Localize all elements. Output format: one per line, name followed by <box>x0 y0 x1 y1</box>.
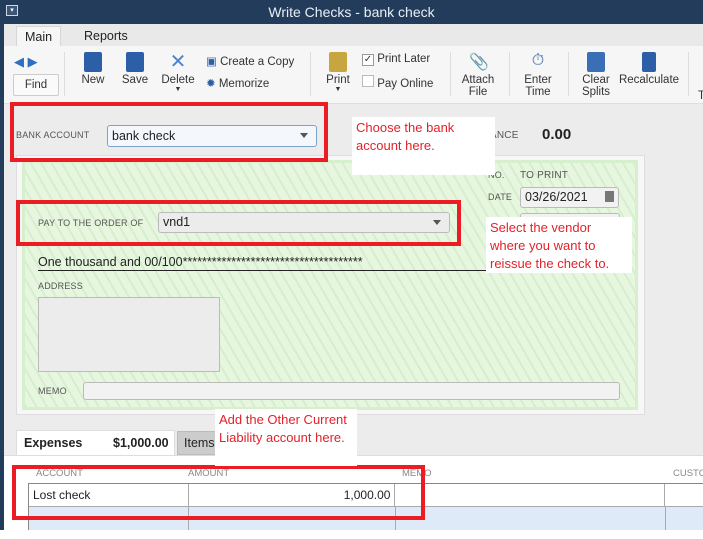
callout-account: Add the Other Current Liability account … <box>215 409 357 466</box>
memo-cell[interactable] <box>396 507 666 530</box>
create-copy-button[interactable]: ▣ Create a Copy <box>206 54 294 68</box>
print-label: Print <box>326 74 350 86</box>
delete-label: Delete <box>161 74 195 86</box>
checkbox-unchecked-icon[interactable] <box>362 75 374 87</box>
system-menu-icon[interactable]: ▾ <box>6 5 18 16</box>
calculator-icon <box>642 52 656 72</box>
divider <box>568 52 569 96</box>
copy-icon: ▣ <box>206 56 217 68</box>
new-label: New <box>81 74 105 86</box>
print-button[interactable]: Print ▼ <box>324 52 352 93</box>
divider <box>310 52 311 96</box>
new-button[interactable]: New <box>78 52 108 86</box>
attach-file-button[interactable]: 📎 Attach File <box>460 52 496 98</box>
title-bar: Write Checks - bank check <box>0 0 703 24</box>
window-title: Write Checks - bank check <box>268 4 435 20</box>
stopwatch-icon: ⏱ <box>531 52 545 69</box>
checkbox-checked-icon[interactable]: ✓ <box>362 54 374 66</box>
print-later-label: Print Later <box>377 53 431 65</box>
address-field[interactable] <box>38 297 220 372</box>
previous-icon[interactable]: ◀ <box>14 54 24 69</box>
save-label: Save <box>121 74 149 86</box>
delete-x-icon: ✕ <box>169 51 187 73</box>
printer-icon <box>329 52 347 72</box>
expenses-total: $1,000.00 <box>113 436 169 450</box>
toolbar: ◀ ▶ Find New Save ✕ Delete ▼ ▣ Create a Co… <box>4 46 703 104</box>
clear-splits-icon <box>587 52 605 72</box>
delete-button[interactable]: ✕ Delete ▼ <box>160 52 196 93</box>
divider <box>450 52 451 96</box>
pay-online-label: Pay Online <box>377 78 434 90</box>
address-label: ADDRESS <box>38 281 83 291</box>
save-button[interactable]: Save <box>120 52 150 86</box>
save-icon <box>126 52 144 72</box>
recalculate-button[interactable]: Recalculate <box>618 52 680 86</box>
highlight-payee <box>16 200 461 246</box>
date-label: DATE <box>488 192 513 202</box>
customer-cell[interactable] <box>665 484 703 507</box>
create-copy-label: Create a Copy <box>220 56 295 68</box>
col-customer[interactable]: CUSTO <box>673 468 703 479</box>
amount-in-words: One thousand and 00/100*****************… <box>38 255 490 271</box>
memorize-icon: ✹ <box>206 78 216 90</box>
new-icon <box>84 52 102 72</box>
highlight-bank-account <box>10 102 328 162</box>
memo-field[interactable] <box>83 382 620 400</box>
pay-online-checkbox[interactable]: Pay Online <box>362 75 433 90</box>
tab-items[interactable]: Items <box>177 431 217 455</box>
attach-label: Attach <box>461 74 495 86</box>
clear-splits-button[interactable]: Clear Splits <box>578 52 614 98</box>
tab-main[interactable]: Main <box>16 26 62 46</box>
divider <box>688 52 689 96</box>
enter-time-button[interactable]: ⏱ Enter Time <box>520 52 556 98</box>
date-field[interactable]: 03/26/2021 <box>520 187 619 208</box>
prev-next-arrows[interactable]: ◀ ▶ <box>14 54 38 70</box>
callout-vendor: Select the vendor where you want to reis… <box>486 217 632 273</box>
recalculate-label: Recalculate <box>618 74 680 86</box>
date-value: 03/26/2021 <box>525 190 588 204</box>
paperclip-icon: 📎 <box>469 54 489 71</box>
ending-balance: 0.00 <box>542 126 572 143</box>
ribbon-tabs: Main Reports <box>4 24 703 46</box>
memorize-button[interactable]: ✹ Memorize <box>206 76 269 90</box>
check-no-value[interactable]: TO PRINT <box>520 170 568 181</box>
clear-label: Clear <box>582 74 610 86</box>
splits-label: Splits <box>581 86 611 98</box>
tab-reports[interactable]: Reports <box>76 26 136 46</box>
memorize-label: Memorize <box>218 78 270 90</box>
calendar-icon[interactable] <box>605 191 614 202</box>
callout-bank: Choose the bank account here. <box>352 117 495 175</box>
find-button[interactable]: Find <box>13 74 59 96</box>
expenses-label: Expenses <box>24 436 83 450</box>
more-button[interactable]: T <box>698 90 703 102</box>
next-icon[interactable]: ▶ <box>28 54 38 69</box>
file-label: File <box>468 86 488 98</box>
highlight-expense-row <box>12 465 425 520</box>
memo-cell[interactable] <box>395 484 666 507</box>
memo-label: MEMO <box>38 386 67 396</box>
divider <box>509 52 510 96</box>
print-later-checkbox[interactable]: ✓ Print Later <box>362 53 430 66</box>
time-label: Time <box>525 86 551 98</box>
enter-label: Enter <box>524 74 552 86</box>
divider <box>64 52 65 96</box>
